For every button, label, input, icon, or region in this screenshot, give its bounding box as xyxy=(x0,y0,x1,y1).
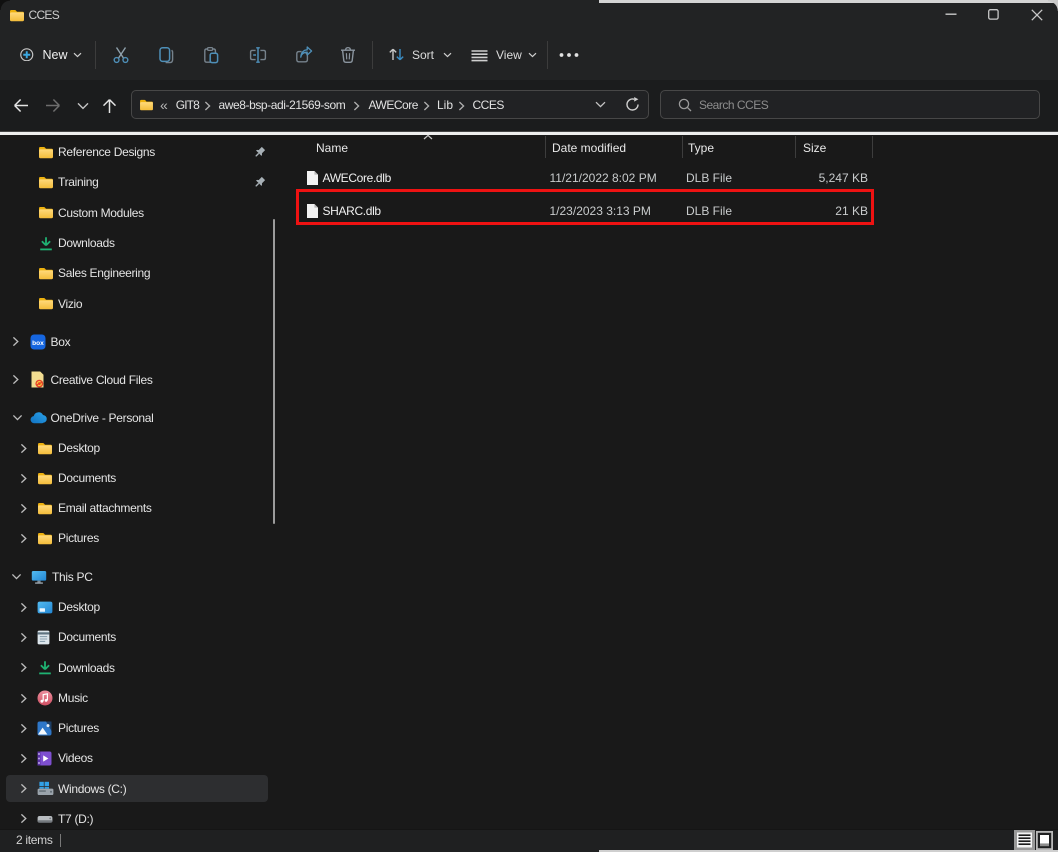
svg-text:box: box xyxy=(32,340,44,347)
